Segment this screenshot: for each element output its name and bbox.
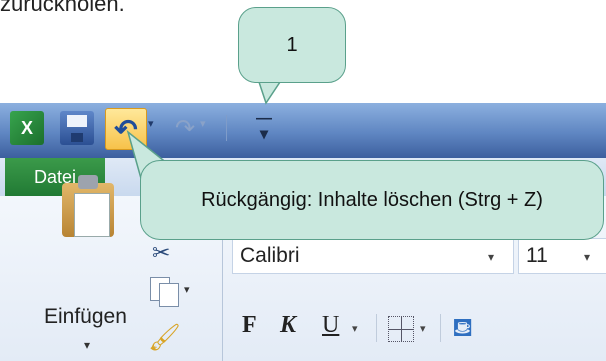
paste-button-label[interactable]: Einfügen	[44, 305, 127, 329]
paste-icon[interactable]	[62, 175, 114, 237]
save-icon[interactable]	[60, 111, 94, 145]
redo-dropdown-icon[interactable]: ▾	[200, 117, 214, 139]
toolbar-separator	[376, 314, 377, 342]
top-cutoff-text: zurückholen.	[0, 0, 125, 16]
font-size-value: 11	[526, 244, 548, 267]
underline-button[interactable]: U	[322, 312, 339, 339]
italic-button[interactable]: K	[280, 312, 296, 339]
undo-icon[interactable]: ↶	[105, 108, 147, 150]
copy-icon[interactable]	[150, 277, 180, 307]
border-dropdown-icon[interactable]: ▾	[420, 322, 426, 335]
undo-tooltip-callout: Rückgängig: Inhalte löschen (Strg + Z)	[140, 160, 604, 240]
redo-icon[interactable]: ↷	[170, 113, 200, 143]
border-icon[interactable]	[388, 316, 414, 342]
fill-color-icon[interactable]: ⛾	[452, 312, 473, 347]
excel-icon[interactable]: X	[10, 111, 44, 145]
format-painter-icon[interactable]: 🖌	[148, 322, 182, 352]
font-name-value: Calibri	[240, 244, 300, 267]
paste-dropdown-icon[interactable]: ▾	[84, 338, 90, 352]
undo-dropdown-icon[interactable]: ▾	[148, 117, 162, 139]
copy-dropdown-icon[interactable]: ▾	[184, 283, 190, 296]
font-name-dropdown-icon[interactable]: ▾	[488, 250, 494, 264]
customize-quick-access-icon[interactable]: ― ▾	[256, 111, 272, 145]
cut-icon[interactable]: ✂	[152, 240, 170, 266]
underline-dropdown-icon[interactable]: ▾	[352, 322, 358, 335]
quick-access-separator	[226, 115, 227, 141]
toolbar-separator	[440, 314, 441, 342]
title-bar: X ↶ ▾ ↷ ▾ ― ▾	[0, 103, 606, 158]
callout-number: 1	[238, 7, 346, 83]
ribbon-group-separator	[222, 220, 223, 361]
bold-button[interactable]: F	[242, 312, 257, 339]
font-size-dropdown-icon[interactable]: ▾	[584, 250, 590, 264]
